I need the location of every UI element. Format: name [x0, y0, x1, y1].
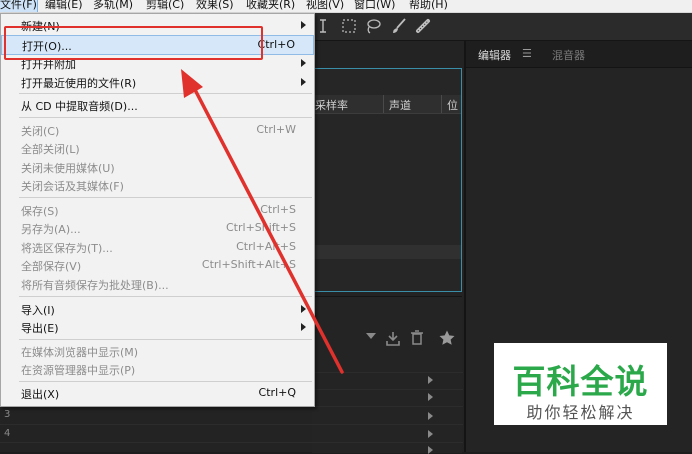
healing-icon[interactable]: [414, 17, 432, 35]
row-divider: [0, 442, 463, 443]
menu-item-label: 关闭(C): [21, 125, 60, 138]
menu-item-save-selection[interactable]: 将选区保存为(T)... Ctrl+Alt+S: [1, 238, 314, 256]
menu-item-exit[interactable]: 退出(X) Ctrl+Q: [1, 384, 314, 402]
file-menu: 新建(N) 打开(O)... Ctrl+O 打开并附加 打开最近使用的文件(R)…: [0, 13, 315, 407]
menu-multitrack[interactable]: 多轨(M): [93, 0, 133, 12]
menu-item-shortcut: Ctrl+Alt+S: [236, 240, 296, 253]
tab-editor[interactable]: 编辑器: [478, 47, 511, 63]
brush-icon[interactable]: [390, 17, 408, 35]
menu-separator: [19, 296, 312, 297]
row-number: 4: [4, 428, 11, 439]
menu-item-shortcut: Ctrl+S: [260, 203, 296, 216]
lasso-icon[interactable]: [364, 17, 382, 35]
menu-item-label: 另存为(A)...: [21, 223, 81, 236]
row-divider: [0, 424, 463, 425]
expand-arrow-icon[interactable]: [428, 376, 433, 384]
menu-item-save[interactable]: 保存(S) Ctrl+S: [1, 201, 314, 219]
expand-arrow-icon[interactable]: [428, 412, 433, 420]
column-divider: [383, 95, 384, 113]
menu-bar: 文件(F) 编辑(E) 多轨(M) 剪辑(C) 效果(S) 收藏夹(R) 视图(…: [0, 0, 692, 13]
menu-item-shortcut: Ctrl+Shift+S: [226, 221, 296, 234]
menu-effects[interactable]: 效果(S): [196, 0, 234, 12]
files-table-header: 采样率 声道 位: [313, 95, 461, 114]
column-sample-rate[interactable]: 采样率: [315, 97, 348, 113]
menu-item-label: 导出(E): [21, 322, 59, 335]
menu-item-label: 全部关闭(L): [21, 143, 80, 156]
menu-item-open-recent[interactable]: 打开最近使用的文件(R): [1, 73, 314, 91]
menu-item-import[interactable]: 导入(I): [1, 300, 314, 318]
column-divider: [441, 95, 442, 113]
menu-item-label: 打开最近使用的文件(R): [21, 77, 137, 90]
menu-item-batch-save[interactable]: 将所有音频保存为批处理(B)...: [1, 275, 314, 293]
menu-item-shortcut: Ctrl+O: [257, 38, 295, 51]
marquee-icon[interactable]: [340, 17, 358, 35]
menu-item-label: 退出(X): [21, 388, 60, 401]
menu-item-save-all[interactable]: 全部保存(V) Ctrl+Shift+Alt+S: [1, 256, 314, 274]
menu-item-export[interactable]: 导出(E): [1, 318, 314, 336]
submenu-arrow-icon: [301, 59, 306, 67]
menu-item-close[interactable]: 关闭(C) Ctrl+W: [1, 121, 314, 139]
menu-item-label: 保存(S): [21, 205, 59, 218]
submenu-arrow-icon: [301, 305, 306, 313]
menu-item-label: 在资源管理器中显示(P): [21, 364, 136, 377]
files-panel: 采样率 声道 位: [312, 68, 462, 292]
editor-tabs: 编辑器 ☰ 混音器: [466, 41, 692, 68]
menu-separator: [19, 93, 312, 94]
menu-item-label: 导入(I): [21, 304, 55, 317]
menu-separator: [19, 339, 312, 340]
expand-arrow-icon[interactable]: [428, 446, 433, 454]
star-icon[interactable]: [438, 329, 456, 350]
files-scrollbar[interactable]: [313, 245, 461, 259]
column-channels[interactable]: 声道: [389, 97, 411, 113]
menu-item-extract-cd[interactable]: 从 CD 中提取音频(D)...: [1, 96, 314, 114]
menu-clip[interactable]: 剪辑(C): [146, 0, 184, 12]
lower-panel-tools: [312, 327, 462, 349]
menu-window[interactable]: 窗口(W): [354, 0, 395, 12]
menu-item-shortcut: Ctrl+Q: [258, 386, 296, 399]
menu-item-label: 将所有音频保存为批处理(B)...: [21, 279, 169, 292]
menu-view[interactable]: 视图(V): [306, 0, 344, 12]
submenu-arrow-icon: [301, 78, 306, 86]
dropdown-arrow-icon[interactable]: [366, 333, 376, 339]
menu-item-label: 关闭会话及其媒体(F): [21, 180, 124, 193]
submenu-arrow-icon: [301, 323, 306, 331]
menu-item-shortcut: Ctrl+W: [256, 123, 296, 136]
menu-edit[interactable]: 编辑(E): [45, 0, 83, 12]
tab-mixer[interactable]: 混音器: [552, 47, 585, 63]
insert-icon[interactable]: [384, 329, 402, 350]
menu-favorites[interactable]: 收藏夹(R): [246, 0, 295, 12]
expand-arrow-icon[interactable]: [428, 430, 433, 438]
menu-item-label: 全部保存(V): [21, 260, 82, 273]
tab-menu-icon[interactable]: ☰: [522, 47, 532, 60]
menu-item-close-unused[interactable]: 关闭未使用媒体(U): [1, 158, 314, 176]
watermark-subtitle: 助你轻松解决: [526, 403, 635, 422]
watermark-logo: 百科全说 助你轻松解决: [494, 343, 667, 425]
menu-separator: [19, 381, 312, 382]
menu-item-show-explorer[interactable]: 在资源管理器中显示(P): [1, 360, 314, 378]
menu-help[interactable]: 帮助(H): [409, 0, 448, 12]
annotation-highlight-box: [4, 26, 263, 60]
column-bits[interactable]: 位: [447, 97, 458, 113]
menu-file[interactable]: 文件(F): [0, 0, 38, 12]
submenu-arrow-icon: [301, 21, 306, 29]
menu-item-shortcut: Ctrl+Shift+Alt+S: [201, 258, 296, 271]
watermark-title: 百科全说: [512, 362, 649, 401]
text-cursor-icon[interactable]: [314, 17, 332, 35]
menu-item-label: 在媒体浏览器中显示(M): [21, 346, 139, 359]
expand-arrow-icon[interactable]: [428, 393, 433, 401]
row-number: 3: [4, 409, 11, 420]
menu-item-label: 关闭未使用媒体(U): [21, 162, 115, 175]
menu-item-show-media-browser[interactable]: 在媒体浏览器中显示(M): [1, 342, 314, 360]
menu-separator: [19, 197, 312, 198]
menu-item-close-all[interactable]: 全部关闭(L): [1, 139, 314, 157]
menu-separator: [19, 117, 312, 118]
menu-item-label: 从 CD 中提取音频(D)...: [21, 100, 138, 113]
trash-icon[interactable]: [408, 329, 426, 350]
menu-item-label: 将选区保存为(T)...: [21, 242, 113, 255]
menu-item-save-as[interactable]: 另存为(A)... Ctrl+Shift+S: [1, 219, 314, 237]
menu-item-close-session[interactable]: 关闭会话及其媒体(F): [1, 176, 314, 194]
